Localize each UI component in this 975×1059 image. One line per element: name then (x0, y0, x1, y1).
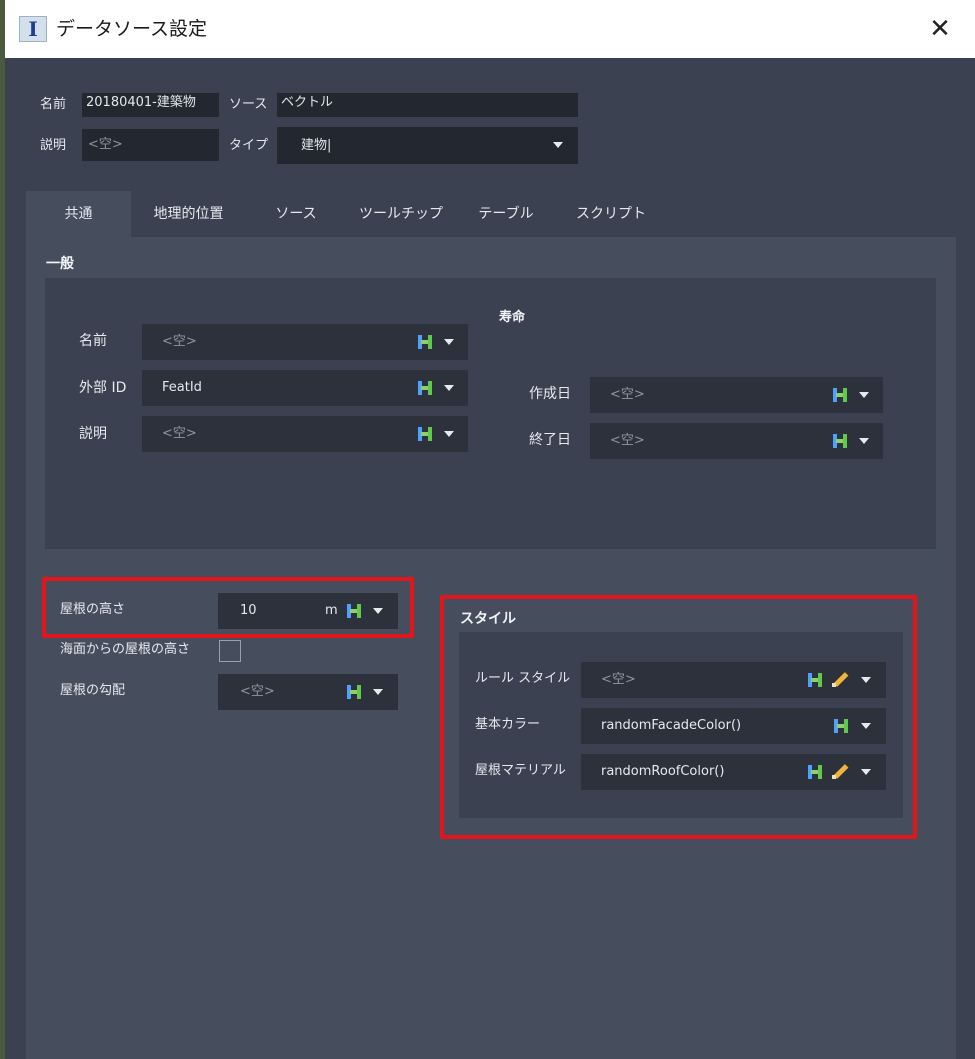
tab-bar: 共通 地理的位置 ソース ツールチップ テーブル スクリプト (26, 191, 956, 237)
chevron-down-icon[interactable] (444, 431, 454, 437)
type-value: 建物| (301, 138, 332, 153)
source-field[interactable]: ベクトル (277, 93, 578, 117)
external-id-field[interactable]: FeatId (142, 370, 468, 406)
chevron-down-icon[interactable] (373, 689, 383, 695)
chevron-down-icon[interactable] (444, 339, 454, 345)
roof-slope-label: 屋根の勾配 (60, 683, 126, 698)
chevron-down-icon[interactable] (859, 438, 869, 444)
highlight-style-group (440, 595, 917, 839)
tab-geolocation[interactable]: 地理的位置 (131, 191, 246, 237)
name-label: 名前 (40, 97, 67, 112)
highlight-roof-height (42, 577, 414, 638)
general-group-title: 一般 (46, 256, 74, 272)
general-group-box (45, 278, 936, 549)
binding-icon[interactable] (417, 334, 433, 350)
name-field[interactable]: 20180401-建築物 (82, 93, 219, 117)
close-icon[interactable]: ✕ (920, 12, 960, 46)
binding-icon[interactable] (832, 433, 848, 449)
tab-common[interactable]: 共通 (26, 191, 131, 237)
type-select[interactable]: 建物| (277, 127, 578, 164)
sea-level-roof-height-checkbox[interactable] (219, 640, 241, 662)
chevron-down-icon[interactable] (444, 385, 454, 391)
general-desc-label: 説明 (79, 426, 107, 442)
binding-icon[interactable] (417, 380, 433, 396)
binding-icon[interactable] (832, 387, 848, 403)
external-id-label: 外部 ID (79, 380, 127, 396)
general-name-field[interactable]: <空> (142, 324, 468, 360)
desc-field[interactable]: <空> (82, 129, 219, 161)
desc-label: 説明 (40, 138, 67, 153)
end-date-field[interactable]: <空> (590, 423, 883, 459)
app-icon: I (19, 16, 47, 42)
tab-tooltip[interactable]: ツールチップ (346, 191, 456, 237)
sea-level-roof-height-label: 海面からの屋根の高さ (60, 642, 191, 657)
tab-table[interactable]: テーブル (456, 191, 556, 237)
binding-icon[interactable] (346, 684, 362, 700)
window-title: データソース設定 (56, 18, 208, 40)
chevron-down-icon (553, 142, 563, 148)
binding-icon[interactable] (417, 426, 433, 442)
general-name-label: 名前 (79, 333, 107, 349)
source-label: ソース (229, 97, 268, 112)
chevron-down-icon[interactable] (859, 392, 869, 398)
roof-slope-field[interactable]: <空> (218, 674, 398, 710)
created-date-field[interactable]: <空> (590, 377, 883, 413)
lifespan-title: 寿命 (499, 310, 526, 325)
created-date-label: 作成日 (529, 386, 571, 402)
tab-source[interactable]: ソース (246, 191, 346, 237)
tab-script[interactable]: スクリプト (556, 191, 666, 237)
title-bar: I データソース設定 ✕ (5, 0, 975, 58)
end-date-label: 終了日 (529, 432, 571, 448)
general-desc-field[interactable]: <空> (142, 416, 468, 452)
type-label: タイプ (229, 138, 269, 153)
